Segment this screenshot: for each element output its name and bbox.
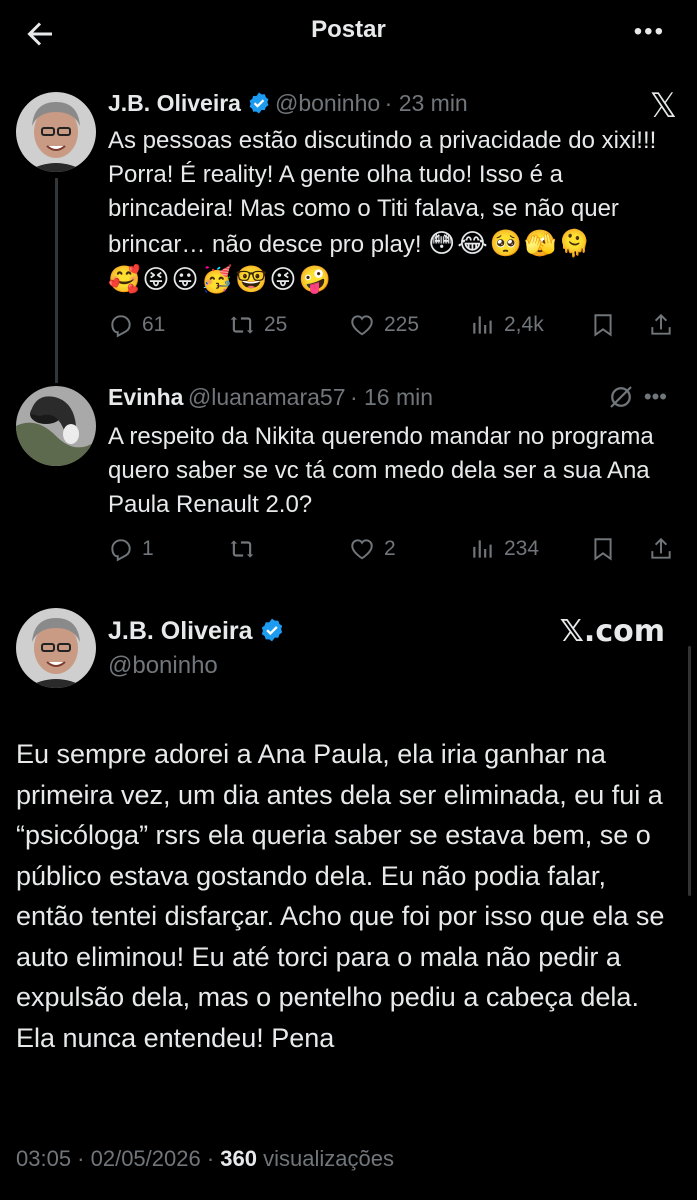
post-views-count: 360: [220, 1146, 257, 1171]
bookmark-icon: [594, 314, 612, 337]
emoji: 🥳: [200, 264, 233, 294]
tweet2-text: A respeito da Nikita querendo mandar no …: [108, 423, 654, 518]
emoji: 🫠: [558, 228, 591, 258]
like-button[interactable]: 2: [348, 536, 396, 562]
emoji: 🥺: [489, 228, 523, 258]
emoji: 😂: [457, 228, 488, 258]
tweet1-emojis-line2: 🥰😝😛🥳🤓😜🤪: [108, 262, 678, 298]
main-post-text: Eu sempre adorei a Ana Paula, ela iria g…: [16, 739, 665, 1053]
emoji: 😝: [142, 264, 170, 294]
emoji: 🥰: [108, 264, 141, 294]
main-author-handle[interactable]: @boninho: [108, 652, 218, 680]
repost-button[interactable]: 25: [228, 312, 287, 338]
views-button[interactable]: 2,4k: [470, 312, 544, 338]
share-icon: [651, 313, 671, 335]
grok-slash-icon[interactable]: [606, 382, 636, 412]
main-author-row: J.B. Oliveira: [108, 617, 289, 646]
repost-button[interactable]: [228, 536, 264, 562]
avatar-jb-oliveira-main[interactable]: [16, 608, 96, 688]
repost-icon: [230, 540, 254, 558]
x-logo-icon: 𝕏: [649, 86, 677, 126]
tweet2-author-name[interactable]: Evinha: [108, 384, 183, 410]
page-title: Postar: [311, 16, 386, 43]
emoji: 🤪: [298, 264, 331, 294]
reply-button[interactable]: 1: [108, 536, 154, 562]
reply-icon: [111, 315, 131, 338]
verified-badge-icon: [249, 92, 269, 114]
views-chart-icon: [473, 316, 492, 334]
tweet2-header: Evinha @luanamara57 · 16 min: [108, 384, 588, 411]
main-author-name[interactable]: J.B. Oliveira: [108, 617, 253, 645]
bookmark-button[interactable]: [590, 536, 624, 562]
x-com-watermark: 𝕏.com: [559, 614, 665, 649]
repost-count: 25: [264, 313, 288, 336]
thread-connector-line: [55, 178, 58, 383]
tweet1-time: · 23 min: [384, 90, 468, 116]
like-count: 2: [384, 537, 396, 560]
reply-count: 61: [142, 313, 166, 336]
like-button[interactable]: 225: [348, 312, 419, 338]
share-button[interactable]: [648, 312, 682, 338]
emoji: 😜: [269, 264, 297, 294]
views-button[interactable]: 234: [470, 536, 539, 562]
tweet1-author-name[interactable]: J.B. Oliveira: [108, 90, 241, 116]
tweet2-author-handle[interactable]: @luanamara57: [188, 384, 346, 410]
post-views-label: visualizações: [263, 1146, 394, 1171]
emoji: 😳: [428, 228, 456, 258]
more-options-icon[interactable]: •••: [634, 18, 665, 46]
reply-count: 1: [142, 537, 154, 560]
emoji: 😛: [171, 264, 199, 294]
like-icon: [351, 315, 373, 336]
repost-icon: [230, 316, 254, 334]
views-count: 234: [504, 537, 540, 560]
avatar-jb-oliveira[interactable]: [16, 92, 96, 172]
like-icon: [351, 539, 373, 560]
top-bar: Postar •••: [0, 0, 697, 66]
tweet2-more-icon[interactable]: •••: [644, 384, 667, 410]
verified-badge-icon: [261, 618, 282, 642]
tweet1-emojis: 😳😂🥺🫣🫠: [428, 228, 593, 258]
tweet2-actions: 1 2 234: [108, 536, 678, 566]
reply-button[interactable]: 61: [108, 312, 165, 338]
post-timestamp: 03:05 · 02/05/2026 ·: [16, 1146, 215, 1171]
post-footer: 03:05 · 02/05/2026 · 360 visualizações: [16, 1146, 394, 1172]
share-button[interactable]: [648, 536, 682, 562]
tweet2-time: · 16 min: [349, 384, 434, 410]
emoji: 🫣: [524, 228, 557, 258]
like-count: 225: [384, 313, 420, 336]
tweet1-header: J.B. Oliveira @boninho · 23 min: [108, 90, 628, 117]
tweet1-actions: 61 25 225 2,4k: [108, 312, 678, 342]
scrollbar[interactable]: [688, 646, 691, 896]
emoji: 🤓: [234, 264, 268, 294]
avatar-evinha[interactable]: [16, 386, 96, 466]
views-count: 2,4k: [504, 313, 544, 336]
bookmark-icon: [594, 538, 612, 561]
views-chart-icon: [473, 540, 492, 558]
tweet1-text: As pessoas estão discutindo a privacidad…: [108, 124, 678, 298]
tweet1-author-handle[interactable]: @boninho: [275, 90, 380, 116]
reply-icon: [111, 539, 131, 562]
share-icon: [651, 537, 671, 559]
bookmark-button[interactable]: [590, 312, 624, 338]
